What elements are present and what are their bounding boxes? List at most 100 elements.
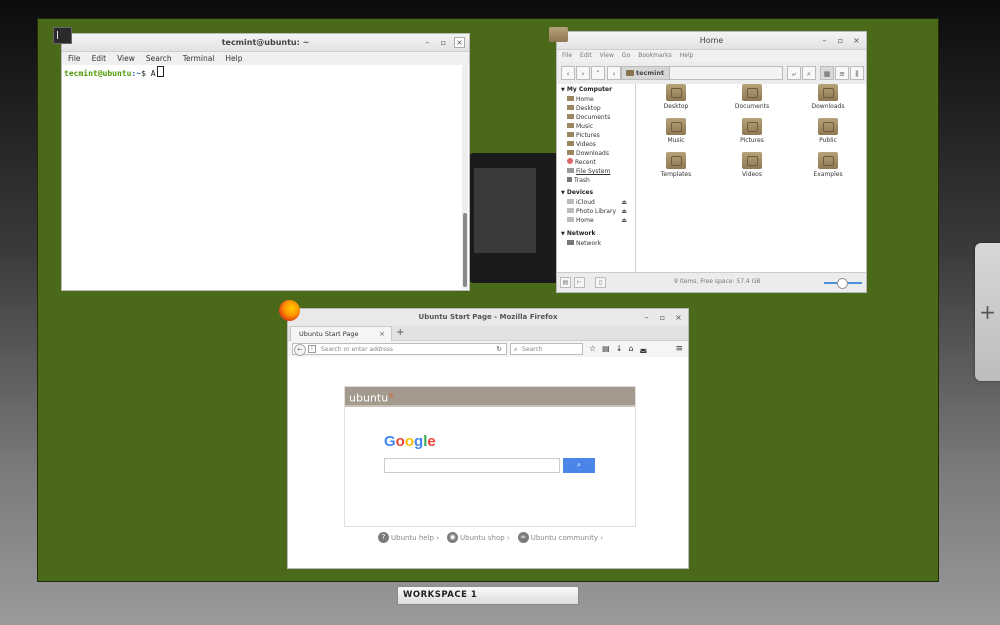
- maximize-button[interactable]: ▫: [835, 35, 846, 46]
- menu-terminal[interactable]: Terminal: [183, 52, 215, 66]
- search-bar[interactable]: ⌕ Search: [510, 343, 583, 355]
- eject-icon[interactable]: ⏏: [621, 207, 627, 216]
- folder-pictures[interactable]: Pictures: [722, 118, 782, 144]
- close-tab-icon[interactable]: ×: [379, 327, 385, 341]
- folder-videos[interactable]: Videos: [722, 152, 782, 178]
- folder-templates[interactable]: Templates: [646, 152, 706, 178]
- back-icon[interactable]: ‹: [561, 66, 575, 80]
- sidebar-item-desktop[interactable]: Desktop: [557, 104, 635, 113]
- folder-documents[interactable]: Documents: [722, 84, 782, 110]
- folder-label: Music: [667, 137, 685, 144]
- menu-edit[interactable]: Edit: [92, 52, 107, 66]
- pocket-icon[interactable]: ◛: [640, 343, 648, 355]
- close-button[interactable]: ×: [673, 312, 684, 323]
- menu-bookmarks[interactable]: Bookmarks: [638, 50, 672, 62]
- menu-icon[interactable]: ≡: [675, 343, 683, 355]
- sidebar-section-devices[interactable]: ▼ Devices: [557, 188, 635, 198]
- sidebar-item-label: iCloud: [576, 199, 595, 206]
- minimize-button[interactable]: –: [422, 37, 433, 48]
- sidebar-item-label: Music: [576, 123, 594, 130]
- google-search-input[interactable]: [384, 458, 560, 473]
- eject-icon[interactable]: ⏏: [621, 216, 627, 225]
- sidebar-item-recent[interactable]: Recent: [557, 158, 635, 167]
- eject-icon[interactable]: ⏏: [621, 198, 627, 207]
- sidebar-item-network[interactable]: Network: [557, 239, 635, 248]
- add-workspace-button[interactable]: +: [975, 243, 1000, 381]
- up-icon[interactable]: ˄: [591, 66, 605, 80]
- maximize-button[interactable]: ▫: [438, 37, 449, 48]
- minimize-button[interactable]: –: [641, 312, 652, 323]
- sidebar-item-home[interactable]: Home: [557, 95, 635, 104]
- folder-public[interactable]: Public: [798, 118, 858, 144]
- minimize-button[interactable]: –: [819, 35, 830, 46]
- tab-ubuntu-start-page[interactable]: Ubuntu Start Page ×: [290, 326, 392, 341]
- terminal-window[interactable]: tecmint@ubuntu: ~ – ▫ × File Edit View S…: [61, 33, 470, 291]
- downloads-icon[interactable]: ↓: [616, 343, 623, 355]
- menu-search[interactable]: Search: [146, 52, 172, 66]
- bookmarks-menu-icon[interactable]: ▤: [602, 343, 610, 355]
- url-bar[interactable]: Search or enter address ↻: [292, 343, 507, 355]
- new-tab-icon[interactable]: +: [396, 326, 404, 340]
- tree-sidebar-icon[interactable]: ⊢: [574, 277, 585, 288]
- sidebar-item-downloads[interactable]: Downloads: [557, 149, 635, 158]
- maximize-button[interactable]: ▫: [657, 312, 668, 323]
- folder-downloads[interactable]: Downloads: [798, 84, 858, 110]
- files-titlebar[interactable]: Home – ▫ ×: [557, 32, 866, 50]
- icon-view-icon[interactable]: ▦: [820, 66, 834, 80]
- close-button[interactable]: ×: [851, 35, 862, 46]
- sidebar-item-videos[interactable]: Videos: [557, 140, 635, 149]
- files-icon-view[interactable]: Desktop Documents Downloads Music Pictur…: [636, 84, 866, 273]
- location-toggle-icon[interactable]: ⤶: [787, 66, 801, 80]
- firefox-titlebar[interactable]: Ubuntu Start Page - Mozilla Firefox – ▫ …: [288, 309, 688, 326]
- menu-file[interactable]: File: [562, 50, 572, 62]
- ubuntu-circle-icon: ◎: [388, 392, 394, 399]
- sidebar-item-pictures[interactable]: Pictures: [557, 131, 635, 140]
- zoom-slider-handle[interactable]: [837, 278, 848, 289]
- folder-desktop[interactable]: Desktop: [646, 84, 706, 110]
- toggle-sidebar-icon[interactable]: ▯: [595, 277, 606, 288]
- device-icon: [567, 208, 574, 213]
- close-button[interactable]: ×: [454, 37, 465, 48]
- sidebar-device-icloud[interactable]: iCloud ⏏: [557, 198, 635, 207]
- folder-music[interactable]: Music: [646, 118, 706, 144]
- ubuntu-help-link[interactable]: ? Ubuntu help ›: [378, 532, 439, 543]
- menu-edit[interactable]: Edit: [580, 50, 592, 62]
- path-toggle-icon[interactable]: ‹: [607, 66, 621, 80]
- menu-go[interactable]: Go: [622, 50, 630, 62]
- search-icon[interactable]: ⌕: [802, 66, 816, 80]
- google-search-button[interactable]: ⌕: [563, 458, 595, 473]
- menu-help[interactable]: Help: [225, 52, 242, 66]
- reload-icon[interactable]: ↻: [496, 344, 502, 355]
- sidebar-device-photo-library[interactable]: Photo Library ⏏: [557, 207, 635, 216]
- terminal-output[interactable]: tecmint@ubuntu:~$ A: [62, 65, 469, 290]
- menu-view[interactable]: View: [600, 50, 614, 62]
- sidebar-item-music[interactable]: Music: [557, 122, 635, 131]
- forward-icon[interactable]: ›: [576, 66, 590, 80]
- path-crumb-home[interactable]: tecmint: [622, 67, 670, 79]
- file-manager-window[interactable]: Home – ▫ × File Edit View Go Bookmarks H…: [556, 31, 867, 293]
- compact-view-icon[interactable]: ⫼: [850, 66, 864, 80]
- sidebar-item-documents[interactable]: Documents: [557, 113, 635, 122]
- sidebar-device-home[interactable]: Home ⏏: [557, 216, 635, 225]
- sidebar-section-my-computer[interactable]: ▼ My Computer: [557, 85, 635, 95]
- list-view-icon[interactable]: ≡: [835, 66, 849, 80]
- places-sidebar-icon[interactable]: ▤: [560, 277, 571, 288]
- menu-help[interactable]: Help: [680, 50, 694, 62]
- firefox-window[interactable]: Ubuntu Start Page - Mozilla Firefox – ▫ …: [287, 308, 689, 569]
- ubuntu-community-link[interactable]: ∞ Ubuntu community ›: [517, 532, 603, 543]
- back-icon[interactable]: ←: [294, 344, 306, 356]
- sidebar-item-file-system[interactable]: File System: [557, 167, 635, 176]
- folder-examples[interactable]: Examples: [798, 152, 858, 178]
- menu-view[interactable]: View: [117, 52, 135, 66]
- ubuntu-shop-link[interactable]: ◉ Ubuntu shop ›: [447, 532, 510, 543]
- menu-file[interactable]: File: [68, 52, 81, 66]
- home-icon[interactable]: ⌂: [628, 343, 633, 355]
- sidebar-section-network[interactable]: ▼ Network: [557, 229, 635, 239]
- workspace-name-label[interactable]: WORKSPACE 1: [397, 586, 579, 605]
- terminal-scrollbar[interactable]: [462, 65, 468, 289]
- terminal-titlebar[interactable]: tecmint@ubuntu: ~ – ▫ ×: [62, 34, 469, 52]
- site-info-icon[interactable]: i: [308, 345, 316, 353]
- sidebar-item-trash[interactable]: Trash: [557, 176, 635, 185]
- scrollbar-thumb[interactable]: [463, 213, 467, 287]
- bookmark-star-icon[interactable]: ☆: [589, 343, 596, 355]
